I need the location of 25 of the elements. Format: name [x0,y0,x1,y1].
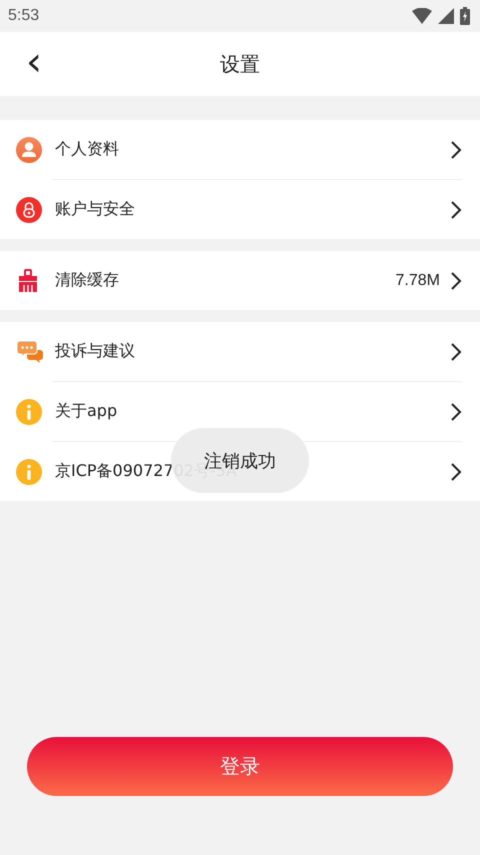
person-icon [16,136,42,162]
chevron-right-icon [450,402,462,422]
chevron-right-icon [450,342,462,362]
chevron-right-icon [450,200,462,220]
back-button[interactable]: ‹ [22,46,46,78]
chevron-right-icon [450,140,462,160]
settings-item[interactable]: 清除缓存 [55,270,396,291]
chevron-right-icon [450,270,462,290]
signal-icon [438,8,454,24]
login-button[interactable]: 登录 [27,737,453,796]
cache-size: 7.78M [396,272,440,290]
info-icon [16,398,42,424]
lock-icon [16,196,42,222]
battery-icon [460,7,470,25]
page-title: 设置 [220,50,260,78]
info-icon [16,458,42,484]
settings-item[interactable]: 个人资料 [55,139,450,160]
settings-item[interactable]: 账户与安全 [55,199,450,220]
settings-item[interactable]: 关于app [55,401,450,422]
settings-item[interactable]: 投诉与建议 [55,341,450,362]
chat-icon [16,340,44,364]
chevron-right-icon [450,462,462,482]
brush-icon [16,268,40,292]
status-time: 5:53 [8,7,40,25]
wifi-icon [412,8,432,24]
